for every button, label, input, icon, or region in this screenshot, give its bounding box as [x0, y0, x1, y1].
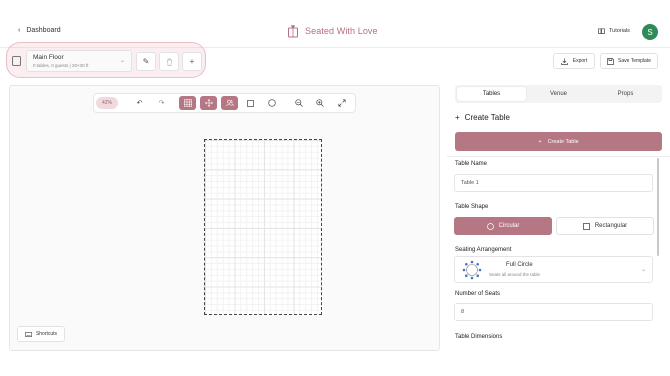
zoom-out-button[interactable] [290, 96, 307, 110]
users-icon [225, 99, 234, 107]
tab-venue[interactable]: Venue [524, 87, 593, 101]
zoom-out-icon [294, 99, 303, 107]
plus-icon: + [538, 138, 542, 145]
floor-grid[interactable] [204, 139, 322, 315]
floor-name: Main Floor [33, 54, 64, 61]
seating-arrangement-label: Seating Arrangement [455, 247, 512, 253]
tutorials-label: Tutorials [609, 28, 630, 34]
circle-shape-button[interactable] [263, 96, 280, 110]
square-icon [582, 222, 590, 230]
tab-tables[interactable]: Tables [457, 87, 526, 101]
create-table-button[interactable]: + Create Table [455, 132, 662, 151]
add-floor-button[interactable]: + [182, 52, 202, 71]
number-of-seats-label: Number of Seats [455, 291, 501, 297]
tutorials-link[interactable]: Tutorials [598, 28, 630, 34]
redo-button[interactable]: ↷ [153, 96, 170, 110]
avatar[interactable]: S [642, 24, 658, 40]
pencil-icon: ✎ [142, 57, 150, 66]
save-template-label: Save Template [618, 58, 651, 64]
chevron-down-icon: ⌄ [119, 58, 125, 64]
gift-heart-logo-icon [288, 24, 298, 38]
save-icon [607, 57, 614, 65]
save-template-button[interactable]: Save Template [600, 53, 658, 69]
edit-floor-button[interactable]: ✎ [136, 52, 156, 71]
grid-toggle-button[interactable] [179, 96, 196, 110]
chevron-down-icon: ⌄ [640, 267, 646, 273]
trash-icon [166, 58, 172, 66]
seating-title: Full Circle [506, 262, 533, 268]
seating-description: Seats all around the table [489, 272, 541, 277]
guests-toggle-button[interactable] [221, 96, 238, 110]
plus-icon: + [455, 113, 460, 122]
delete-floor-button[interactable] [159, 52, 179, 71]
back-label: Dashboard [26, 27, 61, 34]
shape-circular-label: Circular [498, 223, 520, 229]
number-of-seats-input[interactable]: 8 [454, 303, 653, 321]
table-dimensions-label: Table Dimensions [455, 334, 503, 340]
keyboard-icon [24, 331, 32, 337]
number-of-seats-value: 8 [461, 309, 465, 315]
seating-arrangement-select[interactable]: Full Circle Seats all around the table ⌄ [454, 256, 653, 283]
divider [447, 156, 670, 157]
fullscreen-button[interactable] [333, 96, 350, 110]
book-icon [598, 28, 605, 34]
circle-icon [486, 222, 494, 230]
circle-icon [267, 99, 276, 107]
square-shape-button[interactable] [242, 96, 259, 110]
table-name-placeholder: Table 1 [461, 180, 479, 186]
table-shape-label: Table Shape [455, 204, 489, 210]
panel-tabs: Tables Venue Props [455, 85, 662, 103]
export-label: Export [572, 58, 588, 64]
export-button[interactable]: Export [553, 53, 595, 69]
create-table-title: Create Table [464, 113, 510, 122]
zoom-in-button[interactable] [311, 96, 328, 110]
plus-icon: + [189, 57, 195, 66]
back-to-dashboard-link[interactable]: ‹ Dashboard [18, 27, 61, 34]
undo-button[interactable]: ↶ [131, 96, 148, 110]
download-icon [560, 58, 568, 65]
square-icon [247, 99, 254, 107]
floor-selector[interactable]: Main Floor 0 tables, 0 guests | 20×30 ft… [26, 50, 132, 72]
pan-tool-button[interactable] [200, 96, 217, 110]
zoom-level-badge: 42% [96, 97, 118, 109]
create-table-button-label: Create Table [547, 138, 579, 145]
brand: Seated With Love [287, 24, 378, 38]
shape-circular-button[interactable]: Circular [454, 217, 552, 235]
floor-plan-icon [12, 56, 21, 66]
shape-rectangular-button[interactable]: Rectangular [556, 217, 654, 235]
grid-icon [183, 99, 192, 107]
app-name: Seated With Love [305, 26, 378, 36]
undo-icon: ↶ [136, 100, 143, 107]
create-table-heading: + Create Table [455, 113, 510, 122]
chevron-left-icon: ‹ [18, 27, 21, 34]
table-name-input[interactable]: Table 1 [454, 174, 653, 192]
move-icon [204, 99, 213, 107]
shortcuts-label: Shortcuts [35, 331, 58, 337]
panel-scrollbar[interactable] [657, 158, 659, 256]
tab-props[interactable]: Props [591, 87, 660, 101]
redo-icon: ↷ [158, 100, 165, 107]
shortcuts-button[interactable]: Shortcuts [17, 326, 65, 342]
table-name-label: Table Name [455, 161, 488, 167]
floor-meta: 0 tables, 0 guests | 20×30 ft [33, 63, 89, 68]
full-circle-seating-icon [462, 260, 482, 280]
expand-icon [337, 99, 346, 107]
zoom-in-icon [315, 99, 324, 107]
shape-rectangular-label: Rectangular [594, 223, 628, 229]
